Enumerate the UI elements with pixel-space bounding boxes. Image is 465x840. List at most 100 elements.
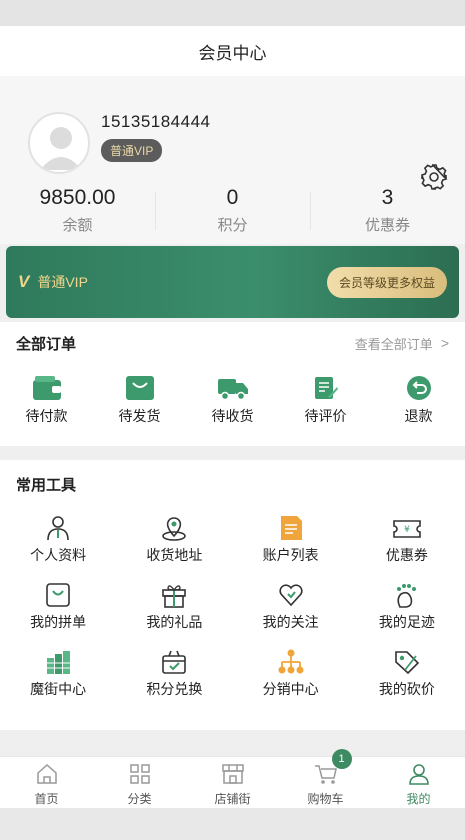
tool-group-buy[interactable]: 我的拼单 (0, 581, 116, 632)
avatar[interactable] (28, 112, 90, 174)
network-icon (233, 648, 349, 676)
order-label: 待付款 (25, 408, 68, 424)
order-pending-shipment[interactable]: 待发货 (93, 374, 186, 426)
heart-icon (233, 581, 349, 609)
edit-icon (279, 374, 372, 402)
tag-icon (349, 648, 465, 676)
order-label: 待评价 (304, 408, 347, 424)
orders-section: 全部订单 查看全部订单 > 待付款 待发货 待收货 待评价 退款 (0, 322, 465, 446)
order-label: 待收货 (211, 408, 254, 424)
stat-points[interactable]: 0 积分 (155, 184, 310, 235)
tool-label: 魔街中心 (30, 681, 87, 697)
profile-section: 15135184444 普通VIP 9850.00 余额 0 积分 3 优惠券 (0, 76, 465, 244)
tool-label: 优惠券 (385, 547, 428, 563)
gift-icon (116, 581, 232, 609)
vip-logo-icon: V (18, 272, 30, 291)
page-title: 会员中心 (198, 43, 267, 63)
tool-label: 我的关注 (262, 614, 319, 630)
account-stats: 9850.00 余额 0 积分 3 优惠券 (0, 184, 465, 235)
stat-label: 积分 (217, 217, 248, 234)
coupon-icon: ¥ (349, 514, 465, 542)
nav-bar: 会员中心 (0, 26, 465, 76)
tab-label: 分类 (127, 792, 152, 806)
tool-coupons[interactable]: ¥ 优惠券 (349, 514, 465, 565)
tool-distribution[interactable]: 分销中心 (233, 648, 349, 699)
tab-label: 购物车 (307, 792, 344, 806)
tool-label: 积分兑换 (146, 681, 203, 697)
view-all-orders-label: 查看全部订单 (354, 336, 433, 352)
tab-store-street[interactable]: 店铺街 (186, 757, 279, 808)
stat-value: 9850.00 (39, 186, 116, 209)
cart-count-badge: 1 (331, 749, 352, 769)
location-icon (116, 514, 232, 542)
user-icon (0, 514, 116, 542)
wallet-icon (0, 374, 93, 402)
tools-section: 常用工具 个人资料 收货地址 账户列表 ¥ 优惠券 我的拼单 我的礼品 我的关注… (0, 460, 465, 730)
tool-address[interactable]: 收货地址 (116, 514, 232, 565)
order-refund[interactable]: 退款 (372, 374, 465, 426)
tab-home[interactable]: 首页 (0, 757, 93, 808)
status-bar (0, 0, 465, 26)
stat-label: 优惠券 (364, 217, 410, 234)
vip-card-title: 普通VIP (37, 274, 88, 290)
tool-bargain[interactable]: 我的砍价 (349, 648, 465, 699)
tab-mine[interactable]: 我的 (372, 757, 465, 808)
tab-bar: 首页 分类 店铺街 1 购物车 我的 (0, 749, 465, 808)
order-label: 待发货 (118, 408, 161, 424)
tool-magic-street[interactable]: 魔街中心 (0, 648, 116, 699)
tool-label: 我的拼单 (30, 614, 87, 630)
stat-value: 0 (226, 186, 239, 209)
order-pending-payment[interactable]: 待付款 (0, 374, 93, 426)
grid-icon (93, 763, 186, 785)
stat-balance[interactable]: 9850.00 余额 (0, 184, 155, 235)
tool-accounts[interactable]: 账户列表 (233, 514, 349, 565)
bottom-bar (0, 808, 465, 840)
tools-header: 常用工具 (0, 460, 465, 508)
cart-icon (93, 374, 186, 402)
tool-gifts[interactable]: 我的礼品 (116, 581, 232, 632)
tool-favorites[interactable]: 我的关注 (233, 581, 349, 632)
tool-footprints[interactable]: 我的足迹 (349, 581, 465, 632)
tab-cart[interactable]: 1 购物车 (279, 749, 372, 808)
user-phone: 15135184444 (101, 112, 211, 131)
order-label: 退款 (404, 408, 433, 424)
member-level-badge: 普通VIP (101, 139, 163, 162)
document-icon (233, 514, 349, 542)
chevron-right-icon: > (440, 335, 449, 351)
tool-label: 个人资料 (30, 547, 87, 563)
tool-label: 我的砍价 (378, 681, 435, 697)
tool-label: 账户列表 (262, 547, 319, 563)
tab-label: 我的 (406, 792, 431, 806)
tool-profile[interactable]: 个人资料 (0, 514, 116, 565)
vip-benefits-button[interactable]: 会员等级更多权益 (326, 266, 447, 298)
truck-icon (186, 374, 279, 402)
refund-icon (372, 374, 465, 402)
avatar-placeholder-icon (40, 127, 82, 170)
orders-title: 全部订单 (16, 335, 77, 353)
tool-label: 分销中心 (262, 681, 319, 697)
order-pending-receipt[interactable]: 待收货 (186, 374, 279, 426)
tool-label: 收货地址 (146, 547, 203, 563)
stat-label: 余额 (62, 217, 93, 234)
store-icon (186, 763, 279, 785)
tool-grid: 个人资料 收货地址 账户列表 ¥ 优惠券 我的拼单 我的礼品 我的关注 我的足迹… (0, 514, 465, 699)
order-pending-review[interactable]: 待评价 (279, 374, 372, 426)
svg-text:¥: ¥ (404, 525, 410, 535)
stat-coupons[interactable]: 3 优惠券 (310, 184, 465, 235)
tab-label: 店铺街 (214, 792, 251, 806)
tool-label: 我的足迹 (378, 614, 435, 630)
vip-card: V 普通VIP 会员等级更多权益 (6, 246, 459, 318)
orders-header: 全部订单 查看全部订单 > (0, 322, 465, 364)
footprint-icon (349, 581, 465, 609)
home-icon (0, 763, 93, 785)
stat-value: 3 (381, 186, 394, 209)
building-icon (0, 648, 116, 676)
tools-title: 常用工具 (16, 476, 77, 494)
tab-category[interactable]: 分类 (93, 757, 186, 808)
shopping-cart-icon (279, 763, 372, 785)
bag-icon (0, 581, 116, 609)
tool-label: 我的礼品 (146, 614, 203, 630)
tool-points-exchange[interactable]: 积分兑换 (116, 648, 232, 699)
view-all-orders-link[interactable]: 查看全部订单 > (355, 334, 449, 353)
exchange-icon (116, 648, 232, 676)
